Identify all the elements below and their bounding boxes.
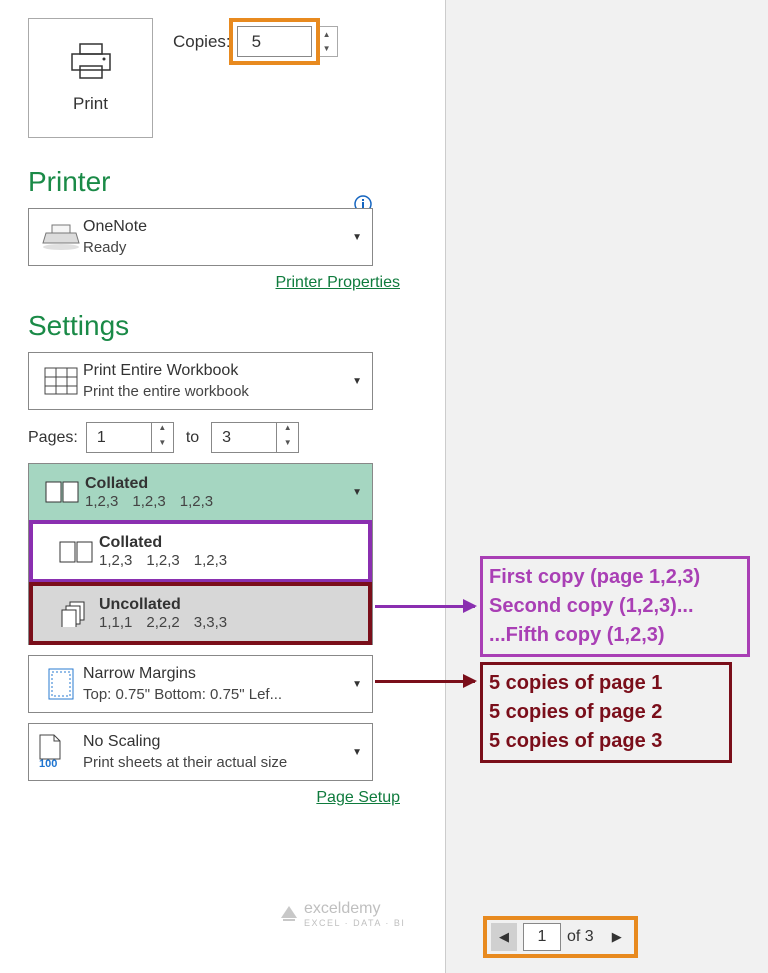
coll-opt-pattern: 1,2,31,2,31,2,3 [99, 552, 241, 569]
prev-page-button[interactable]: ◀ [491, 923, 517, 951]
scope-title: Print Entire Workbook [83, 360, 352, 382]
coll-opt-title: Collated [99, 534, 241, 552]
arrow-uncollated [375, 680, 475, 683]
watermark-logo-icon [280, 905, 298, 923]
pages-to-value: 3 [222, 429, 231, 447]
spinner-down-icon[interactable]: ▼ [277, 438, 298, 453]
collated-icon [59, 541, 93, 563]
printer-status: Ready [83, 238, 352, 258]
printer-device-icon [42, 223, 80, 251]
collation-selected-title: Collated [85, 475, 227, 493]
uncoll-opt-title: Uncollated [99, 596, 241, 614]
copies-input[interactable]: 5 [237, 26, 312, 57]
watermark: exceldemy EXCEL · DATA · BI [280, 900, 405, 928]
page-count-label: of 3 [567, 928, 594, 946]
uncoll-opt-pattern: 1,1,12,2,23,3,3 [99, 614, 241, 631]
chevron-down-icon: ▼ [352, 747, 362, 758]
collation-option-collated[interactable]: Collated 1,2,31,2,31,2,3 [28, 521, 373, 583]
next-page-button[interactable]: ▶ [604, 923, 630, 951]
pages-from-input[interactable]: 1 ▲▼ [86, 422, 174, 453]
page-setup-link[interactable]: Page Setup [316, 789, 400, 806]
uncollated-icon [61, 601, 91, 627]
annotation-uncollated: 5 copies of page 1 5 copies of page 2 5 … [480, 662, 732, 763]
margins-title: Narrow Margins [83, 663, 352, 685]
print-button-label: Print [73, 94, 108, 114]
page-icon [39, 734, 61, 760]
annotation-collated: First copy (page 1,2,3) Second copy (1,2… [480, 556, 750, 657]
printer-heading: Printer [28, 166, 421, 198]
print-scope-dropdown[interactable]: Print Entire Workbook Print the entire w… [28, 352, 373, 410]
pages-to-input[interactable]: 3 ▲▼ [211, 422, 299, 453]
scaling-subtitle: Print sheets at their actual size [83, 753, 352, 773]
scaling-percent: 100 [39, 758, 57, 770]
scaling-dropdown[interactable]: 100 No Scaling Print sheets at their act… [28, 723, 373, 781]
spinner-up-icon[interactable]: ▲ [152, 423, 173, 438]
chevron-down-icon: ▼ [352, 679, 362, 690]
spinner-up-icon[interactable]: ▲ [317, 27, 337, 42]
collated-icon [45, 481, 79, 503]
collation-dropdown[interactable]: Collated 1,2,31,2,31,2,3 ▼ [28, 463, 373, 521]
arrow-collated [375, 605, 475, 608]
pages-from-value: 1 [97, 429, 106, 447]
pages-to-label: to [186, 429, 199, 447]
copies-value: 5 [252, 32, 261, 52]
margins-subtitle: Top: 0.75" Bottom: 0.75" Lef... [83, 685, 352, 705]
spinner-down-icon[interactable]: ▼ [152, 438, 173, 453]
margins-icon [48, 668, 74, 700]
print-button[interactable]: Print [28, 18, 153, 138]
copies-label: Copies: [173, 32, 231, 52]
copies-spinner[interactable]: ▲ ▼ [316, 26, 338, 57]
printer-icon [68, 42, 114, 82]
printer-properties-link[interactable]: Printer Properties [276, 274, 401, 291]
chevron-down-icon: ▼ [352, 232, 362, 243]
spinner-up-icon[interactable]: ▲ [277, 423, 298, 438]
workbook-icon [44, 367, 78, 395]
collation-selected-pattern: 1,2,31,2,31,2,3 [85, 493, 227, 510]
chevron-down-icon: ▼ [352, 487, 362, 498]
collation-option-uncollated[interactable]: Uncollated 1,1,12,2,23,3,3 [28, 583, 373, 645]
scope-subtitle: Print the entire workbook [83, 382, 352, 402]
scaling-title: No Scaling [83, 731, 352, 753]
pages-label: Pages: [28, 429, 78, 447]
chevron-down-icon: ▼ [352, 376, 362, 387]
printer-name: OneNote [83, 216, 352, 238]
spinner-down-icon[interactable]: ▼ [317, 42, 337, 57]
settings-heading: Settings [28, 310, 421, 342]
margins-dropdown[interactable]: Narrow Margins Top: 0.75" Bottom: 0.75" … [28, 655, 373, 713]
current-page-input[interactable]: 1 [523, 923, 561, 951]
printer-dropdown[interactable]: OneNote Ready ▼ [28, 208, 373, 266]
